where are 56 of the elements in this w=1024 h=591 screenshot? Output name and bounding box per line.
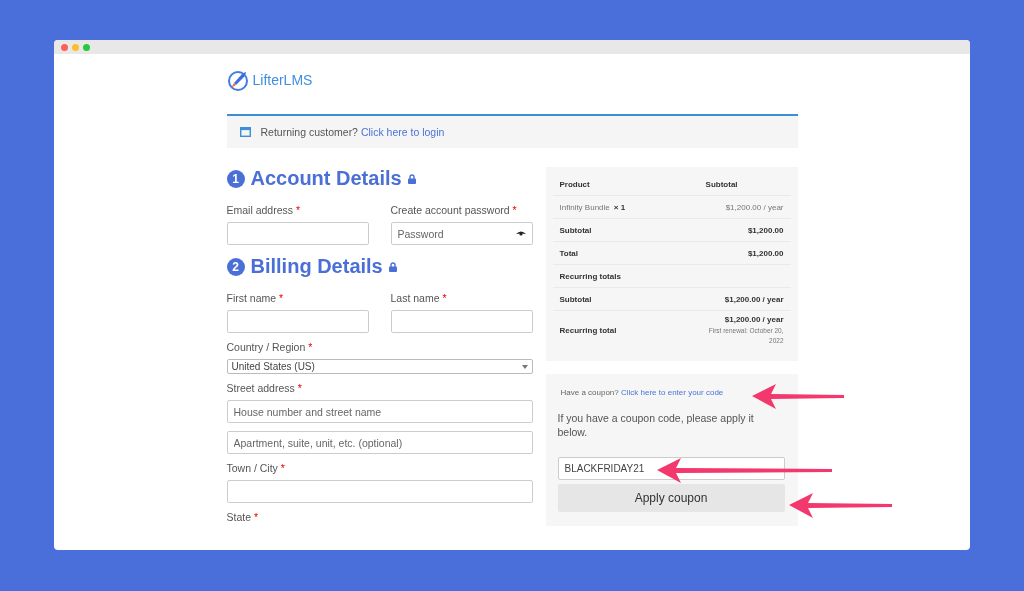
text-field[interactable] [226,222,369,245]
eye-icon[interactable] [515,231,526,237]
row-label: Recurring totals [559,271,621,281]
text-field[interactable] [390,310,533,333]
field-label: Last name * [390,292,448,304]
lock-icon [388,261,397,272]
required-mark: * [280,462,285,474]
step-number: 1 [226,169,245,188]
coupon-prompt: Have a coupon? Click here to enter your code [559,387,725,397]
required-mark: * [297,382,302,394]
row-label: Subtotal [559,225,592,235]
product-name: Infinity Bundle × 1 [559,202,626,212]
field-label: Street address * [226,382,303,394]
required-mark: * [442,292,447,304]
required-mark: * [295,204,301,216]
lock-icon [407,173,416,184]
window-icon [239,127,251,137]
price-cell: $1,200.00 [747,225,784,235]
caret-icon [521,364,528,369]
field-label: First name * [226,292,285,304]
step-number: 2 [226,257,245,276]
row-label: Total [559,248,578,258]
maximize-icon[interactable] [83,43,90,51]
field-label: State * [226,511,260,523]
close-icon[interactable] [61,43,68,51]
field-label: Email address * [226,204,302,216]
row-label: Subtotal [559,294,592,304]
field-label: Town / City * [226,462,286,474]
text-field[interactable] [226,310,369,333]
required-mark: * [279,292,284,304]
row-label: Recurring total [559,326,617,336]
apply-coupon-button[interactable]: Apply coupon [557,484,785,513]
required-mark: * [512,204,517,216]
minimize-icon[interactable] [72,43,79,51]
login-link[interactable]: Click here to login [360,126,445,138]
section-title: Account Details [250,167,402,190]
price-cell: $1,200.00 [747,248,784,258]
text-field[interactable] [226,480,533,503]
price-cell: $1,200.00 / year [724,315,784,324]
field-label: Create account password * [390,204,518,216]
notice-text: Returning customer? Click here to login [260,126,445,138]
logo-text: LifterLMS [252,72,313,88]
required-mark: * [253,511,259,523]
section-title: Billing Details [250,255,383,278]
field-label: Country / Region * [226,341,314,353]
text-field[interactable]: House number and street name [226,400,533,423]
column-header: Subtotal [705,179,739,189]
text-field[interactable]: Apartment, suite, unit, etc. (optional) [226,431,533,454]
password-field[interactable]: Password [390,222,533,245]
column-header: Product [559,179,591,189]
price-cell: $1,200.00 / year [725,202,784,212]
required-mark: * [308,341,313,353]
coupon-link[interactable]: Click here to enter your code [621,387,724,397]
country-select[interactable]: United States (US) [226,359,533,374]
price-cell: $1,200.00 / year [724,294,784,304]
coupon-hint: If you have a coupon code, please apply it below. [557,410,755,441]
